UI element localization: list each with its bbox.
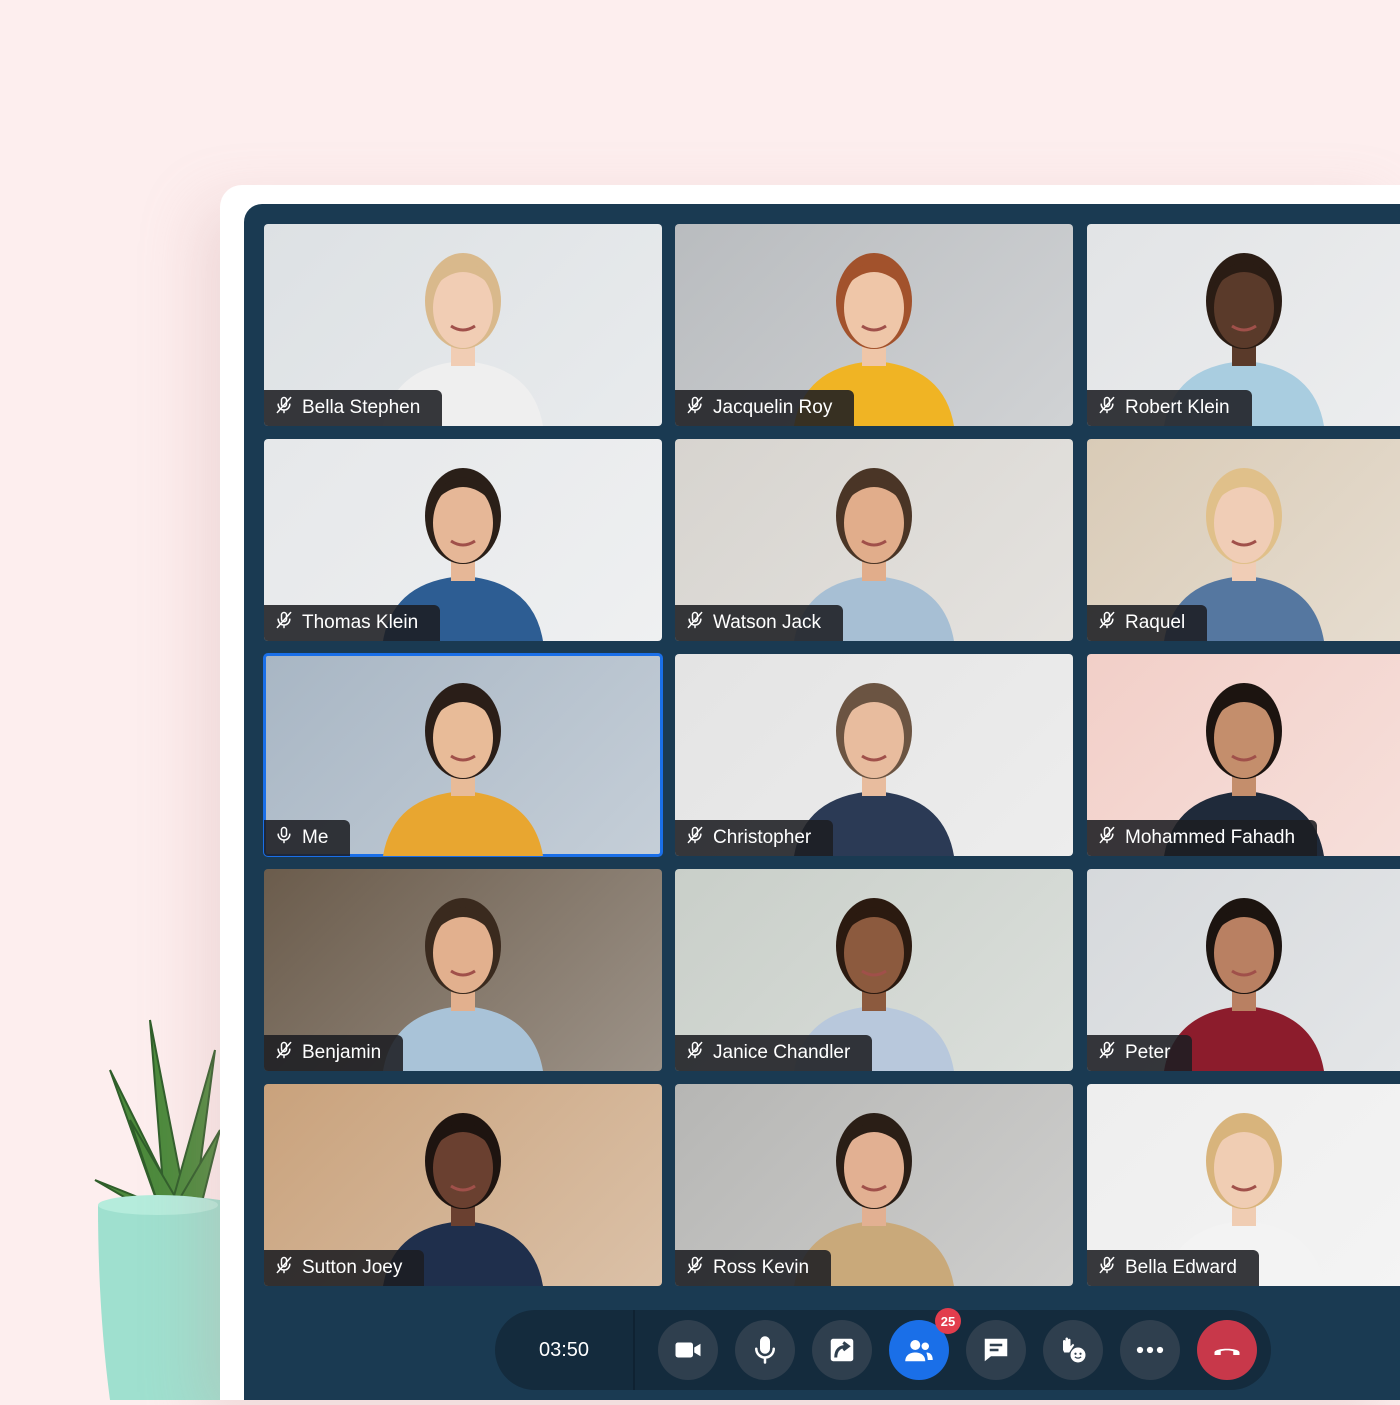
participant-name-label: Jacquelin Roy — [675, 390, 855, 426]
participant-name-label: Benjamin — [264, 1035, 404, 1071]
participant-tile[interactable]: Ross Kevin — [675, 1084, 1073, 1286]
call-timer: 03:50 — [495, 1310, 635, 1390]
participant-name: Me — [302, 827, 329, 848]
participant-name-label: Ross Kevin — [675, 1250, 832, 1286]
participants-button[interactable]: 25 — [889, 1308, 961, 1380]
participant-tile[interactable]: Christopher — [675, 654, 1073, 856]
participant-name-label: Bella Edward — [1087, 1250, 1259, 1286]
share-button[interactable] — [812, 1320, 872, 1380]
mic-muted-icon — [685, 395, 705, 421]
mic-muted-icon — [685, 610, 705, 636]
hang-up-icon — [1212, 1335, 1242, 1365]
participant-name: Peter — [1125, 1042, 1171, 1063]
leave-button[interactable] — [1197, 1320, 1257, 1380]
participant-name-label: Thomas Klein — [264, 605, 441, 641]
participant-name: Raquel — [1125, 612, 1186, 633]
participant-name-label: Me — [264, 820, 351, 856]
participant-tile[interactable]: Thomas Klein — [264, 439, 662, 641]
participant-tile[interactable]: Watson Jack — [675, 439, 1073, 641]
participants-icon — [904, 1335, 934, 1365]
participant-name: Sutton Joey — [302, 1257, 403, 1278]
participant-name: Ross Kevin — [713, 1257, 810, 1278]
participant-tile[interactable]: Me — [263, 653, 663, 857]
mic-muted-icon — [1097, 1040, 1117, 1066]
participant-name: Benjamin — [302, 1042, 382, 1063]
participant-name-label: Christopher — [675, 820, 834, 856]
participant-tile[interactable]: Robert Klein — [1087, 224, 1400, 426]
participant-name: Robert Klein — [1125, 397, 1230, 418]
more-button[interactable] — [1120, 1320, 1180, 1380]
participant-tile[interactable]: Mohammed Fahadh — [1087, 654, 1400, 856]
participant-tile[interactable]: Janice Chandler — [675, 869, 1073, 1071]
participant-name: Thomas Klein — [302, 612, 419, 633]
mic-button[interactable] — [735, 1320, 795, 1380]
participant-name-label: Watson Jack — [675, 605, 844, 641]
participant-name: Bella Stephen — [302, 397, 421, 418]
participant-tile[interactable]: Sutton Joey — [264, 1084, 662, 1286]
mic-muted-icon — [685, 825, 705, 851]
mic-muted-icon — [685, 1040, 705, 1066]
decorative-plant — [90, 1010, 221, 1400]
participant-name-label: Peter — [1087, 1035, 1193, 1071]
participant-name: Jacquelin Roy — [713, 397, 833, 418]
participant-video — [383, 683, 543, 856]
participant-name: Watson Jack — [713, 612, 822, 633]
mic-muted-icon — [1097, 395, 1117, 421]
mic-muted-icon — [274, 395, 294, 421]
microphone-icon — [750, 1335, 780, 1365]
mic-muted-icon — [685, 1255, 705, 1281]
mic-muted-icon — [1097, 825, 1117, 851]
chat-icon — [981, 1335, 1011, 1365]
participant-name-label: Janice Chandler — [675, 1035, 873, 1071]
camera-button[interactable] — [658, 1320, 718, 1380]
participant-tile[interactable]: Peter — [1087, 869, 1400, 1071]
microphone-icon — [274, 825, 294, 851]
more-icon — [1135, 1335, 1165, 1365]
participant-tile[interactable]: Bella Edward — [1087, 1084, 1400, 1286]
mic-muted-icon — [274, 610, 294, 636]
participant-name: Bella Edward — [1125, 1257, 1237, 1278]
video-camera-icon — [673, 1335, 703, 1365]
participant-name: Christopher — [713, 827, 812, 848]
chat-button[interactable] — [966, 1320, 1026, 1380]
participant-tile[interactable]: Bella Stephen — [264, 224, 662, 426]
reactions-button[interactable] — [1043, 1320, 1103, 1380]
participant-name-label: Sutton Joey — [264, 1250, 425, 1286]
call-control-bar: 03:50 25 — [495, 1308, 1271, 1390]
participant-tile[interactable]: Benjamin — [264, 869, 662, 1071]
participant-tile[interactable]: Jacquelin Roy — [675, 224, 1073, 426]
participant-name: Janice Chandler — [713, 1042, 851, 1063]
participant-count-badge: 25 — [935, 1308, 961, 1334]
participant-tile[interactable]: Raquel — [1087, 439, 1400, 641]
participant-name: Mohammed Fahadh — [1125, 827, 1296, 848]
participant-name-label: Bella Stephen — [264, 390, 443, 426]
mic-muted-icon — [274, 1040, 294, 1066]
participant-name-label: Raquel — [1087, 605, 1208, 641]
mic-muted-icon — [274, 1255, 294, 1281]
participant-name-label: Mohammed Fahadh — [1087, 820, 1318, 856]
raise-hand-emoji-icon — [1058, 1335, 1088, 1365]
participant-name-label: Robert Klein — [1087, 390, 1252, 426]
mic-muted-icon — [1097, 1255, 1117, 1281]
share-screen-icon — [827, 1335, 857, 1365]
mic-muted-icon — [1097, 610, 1117, 636]
